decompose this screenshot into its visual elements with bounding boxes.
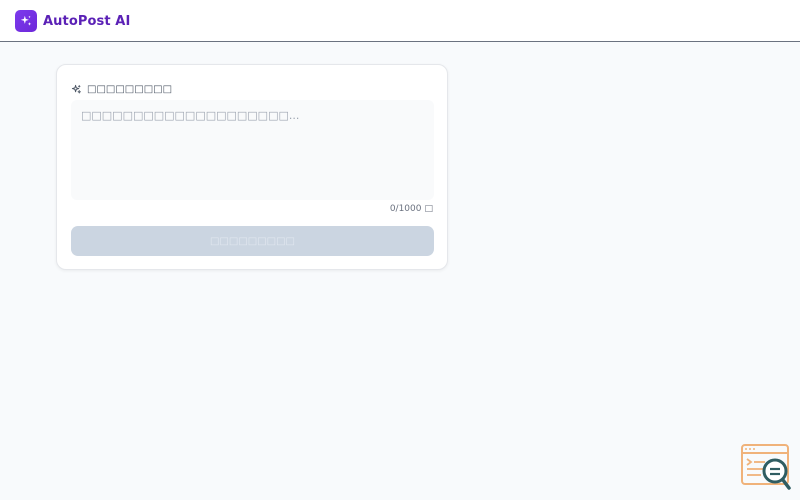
app-name: AutoPost AI [43, 13, 131, 29]
code-search-widget[interactable] [741, 444, 791, 490]
composer-label: □□□□□□□□□ [71, 80, 172, 99]
sparkles-icon [71, 80, 82, 99]
app-root: AutoPost AI □□□□□□□□□ 0/1000 □ □□□□□□□□□ [0, 0, 800, 500]
char-count-suffix: □ [424, 204, 433, 214]
post-composer-card: □□□□□□□□□ 0/1000 □ □□□□□□□□□ [56, 64, 448, 270]
prompt-input[interactable] [71, 100, 434, 200]
composer-label-text: □□□□□□□□□ [87, 84, 173, 95]
sparkles-icon [15, 10, 37, 32]
top-header: AutoPost AI [0, 0, 800, 42]
char-count-value: 0/1000 [389, 204, 422, 214]
generate-button[interactable]: □□□□□□□□□ [71, 226, 434, 256]
code-search-icon [741, 444, 791, 490]
char-counter: 0/1000 □ [390, 204, 433, 214]
brand-home-link[interactable]: AutoPost AI [15, 10, 130, 32]
